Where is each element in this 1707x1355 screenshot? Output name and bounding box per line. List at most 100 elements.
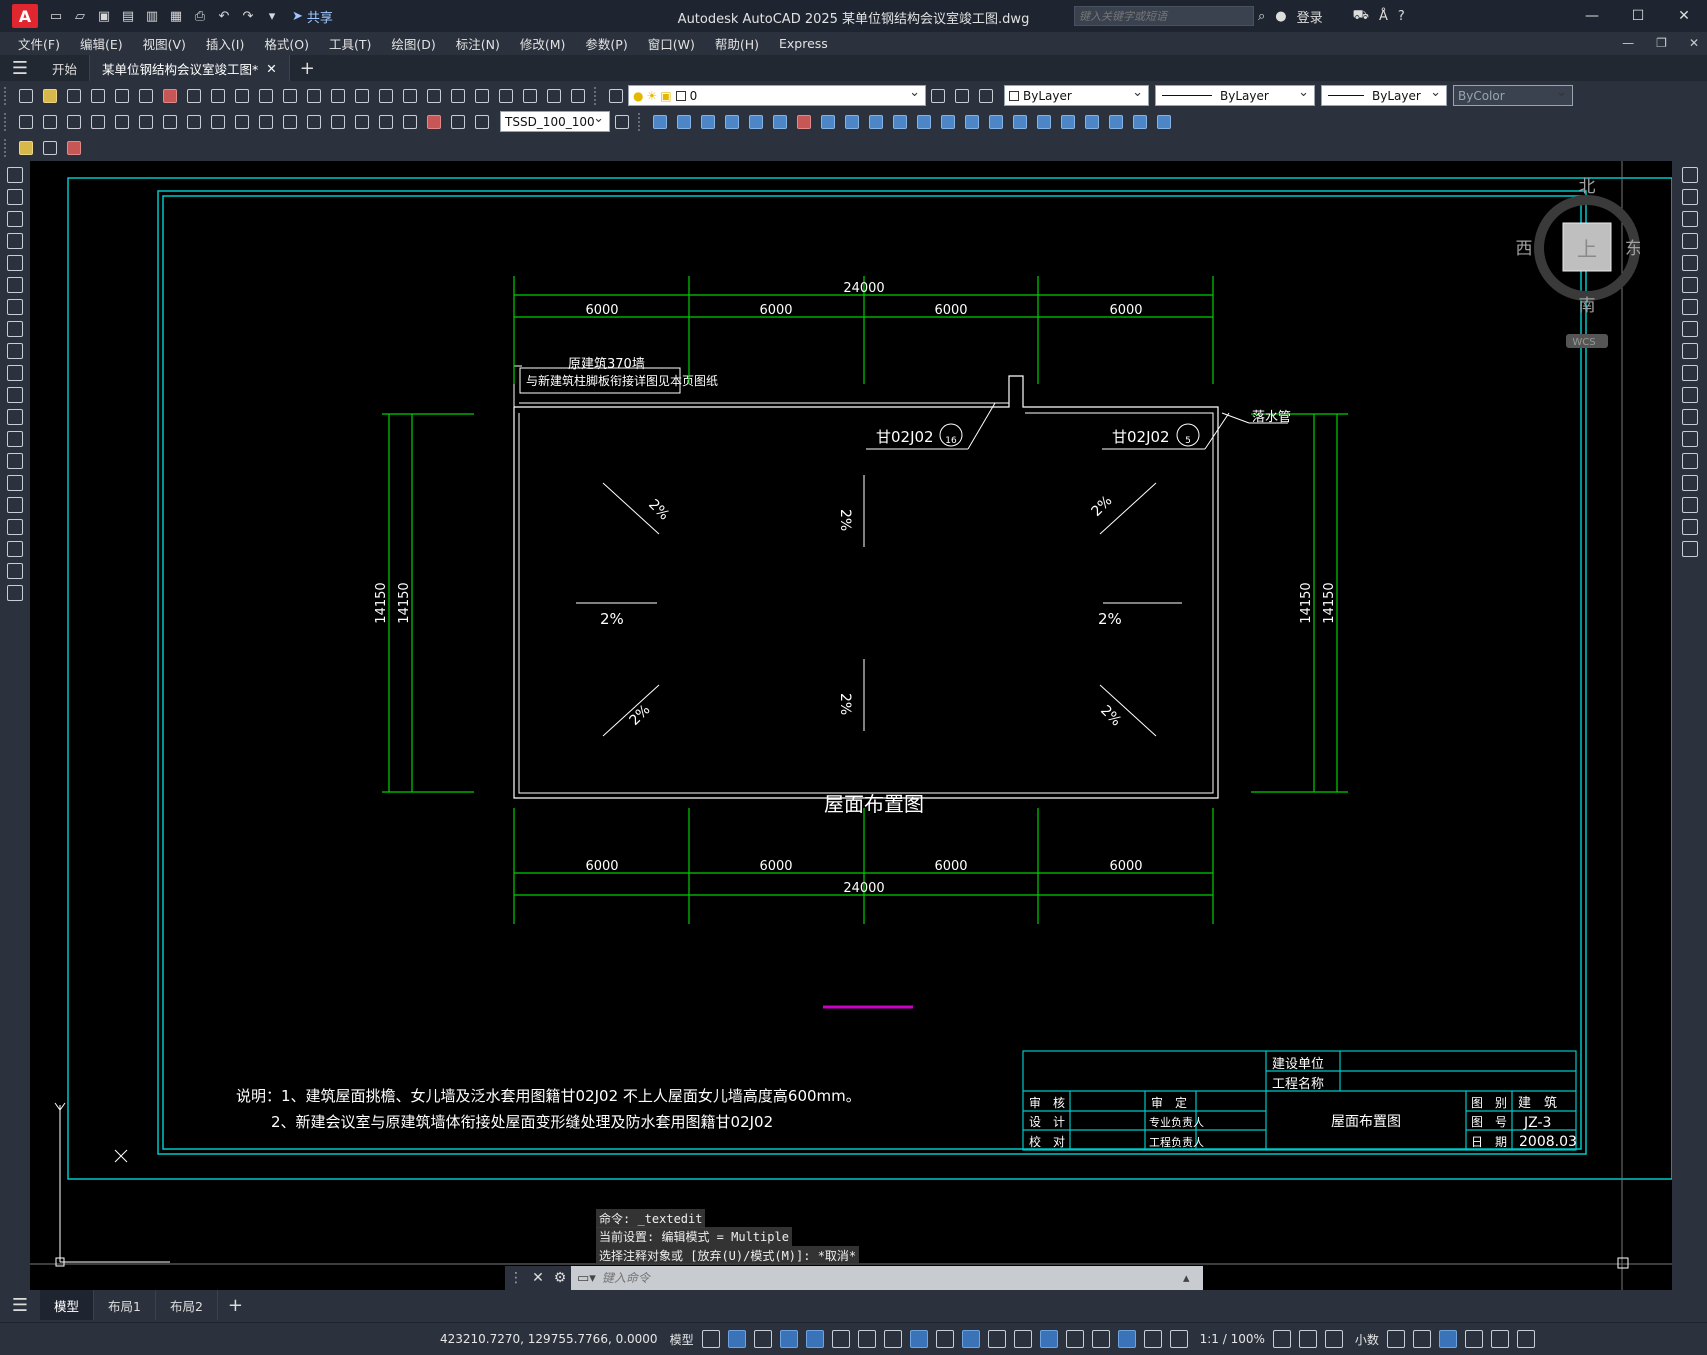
customize-status-icon[interactable] (1516, 1330, 1535, 1348)
render-icon[interactable] (1154, 112, 1174, 132)
annotation-scale-value[interactable]: 1:1 / 100% (1200, 1332, 1265, 1346)
section-plane-icon[interactable] (1034, 112, 1054, 132)
trim-icon[interactable] (1682, 365, 1698, 381)
compass-west[interactable]: 西 (1516, 239, 1533, 259)
presspull-icon[interactable] (914, 112, 934, 132)
3d-print-icon[interactable] (160, 86, 180, 106)
menu-view[interactable]: 视图(V) (143, 34, 186, 53)
inspection-icon[interactable] (376, 112, 396, 132)
undo-icon[interactable]: ↶ (214, 6, 234, 26)
quick-dim-icon[interactable] (208, 112, 228, 132)
plotstyle-combo[interactable]: ByColor (1453, 85, 1573, 106)
model-space-button[interactable]: 模型 (670, 1331, 694, 1348)
cart-icon[interactable]: ⛟ (1353, 8, 1369, 25)
customize-command-icon[interactable]: ⚙ (549, 1266, 571, 1290)
angular-dim-icon[interactable] (184, 112, 204, 132)
center-mark-icon[interactable] (352, 112, 372, 132)
jogged-dim-icon[interactable] (136, 112, 156, 132)
compass-east[interactable]: 东 (1625, 239, 1642, 259)
ortho-icon[interactable] (805, 1330, 824, 1348)
revision-cloud-icon[interactable] (7, 321, 23, 337)
polygon-icon[interactable] (7, 233, 23, 249)
toolbar-grip[interactable] (638, 112, 644, 131)
cut-icon[interactable] (184, 86, 204, 106)
dimstyle-icon[interactable] (612, 112, 632, 132)
grid-icon[interactable] (701, 1330, 720, 1348)
quickcalc-icon[interactable] (544, 86, 564, 106)
dim-edit-icon[interactable] (424, 112, 444, 132)
compass-north[interactable]: 北 (1579, 177, 1596, 197)
ellipse-arc-icon[interactable] (7, 387, 23, 403)
block-editor-icon[interactable] (64, 138, 84, 158)
paste-icon[interactable] (232, 86, 252, 106)
zoom-window-icon[interactable] (376, 86, 396, 106)
menu-window[interactable]: 窗口(W) (648, 34, 695, 53)
minimize-icon[interactable]: — (1569, 0, 1615, 32)
match-properties-icon[interactable] (256, 86, 276, 106)
tab-layout1[interactable]: 布局1 (94, 1290, 156, 1320)
break-icon[interactable] (1682, 431, 1698, 447)
slice-icon[interactable] (794, 112, 814, 132)
clean-screen-icon[interactable] (1490, 1330, 1509, 1348)
hatch-icon[interactable] (7, 475, 23, 491)
doc-restore-icon[interactable]: ❐ (1656, 36, 1667, 50)
redo-icon[interactable] (304, 86, 324, 106)
point-icon[interactable] (7, 453, 23, 469)
workspace-icon[interactable] (1272, 1330, 1291, 1348)
annotation-monitor-icon[interactable] (1298, 1330, 1317, 1348)
linetype-combo[interactable]: ByLayer (1155, 85, 1315, 106)
array-icon[interactable] (1682, 255, 1698, 271)
cylinder-icon[interactable] (1106, 112, 1126, 132)
markup-icon[interactable] (520, 86, 540, 106)
revolve-icon[interactable] (842, 112, 862, 132)
dim-text-edit-icon[interactable] (448, 112, 468, 132)
tab-model[interactable]: 模型 (40, 1290, 95, 1320)
circle-icon[interactable] (7, 299, 23, 315)
snap-icon[interactable] (727, 1330, 746, 1348)
sphere-icon[interactable] (1130, 112, 1150, 132)
design-center-icon[interactable] (448, 86, 468, 106)
annotation-visibility-icon[interactable] (1117, 1330, 1136, 1348)
units-value[interactable]: 小数 (1355, 1331, 1379, 1348)
menu-file[interactable]: 文件(F) (18, 34, 60, 53)
login-button[interactable]: 登录 (1297, 7, 1323, 26)
dimstyle-combo[interactable]: TSSD_100_100 (500, 111, 610, 132)
jogged-linear-icon[interactable] (400, 112, 420, 132)
save-icon[interactable]: ▣ (94, 6, 114, 26)
aligned-dim-icon[interactable] (40, 112, 60, 132)
properties-icon[interactable] (424, 86, 444, 106)
color-combo[interactable]: ByLayer (1004, 85, 1149, 106)
units-icon[interactable] (1324, 1330, 1343, 1348)
dim-update-icon[interactable] (472, 112, 492, 132)
table-icon[interactable] (7, 541, 23, 557)
chamfer-icon[interactable] (1682, 475, 1698, 491)
doc-minimize-icon[interactable]: — (1622, 36, 1634, 50)
arc-length-dim-icon[interactable] (64, 112, 84, 132)
menu-express[interactable]: Express (779, 36, 828, 51)
menu-tools[interactable]: 工具(T) (329, 34, 371, 53)
new-file-icon[interactable]: ▭ (46, 6, 66, 26)
dynamic-input-icon[interactable] (779, 1330, 798, 1348)
isometric-icon[interactable] (857, 1330, 876, 1348)
radius-dim-icon[interactable] (112, 112, 132, 132)
layer-state-icon[interactable] (976, 86, 996, 106)
polyline-icon[interactable] (7, 211, 23, 227)
zoom-realtime-icon[interactable] (352, 86, 372, 106)
new-tab-icon[interactable]: + (300, 58, 315, 79)
move-icon[interactable] (1682, 277, 1698, 293)
dynamic-ucs-icon[interactable] (1039, 1330, 1058, 1348)
box-icon[interactable] (1082, 112, 1102, 132)
line-icon[interactable] (7, 167, 23, 183)
sheet-set-icon[interactable] (496, 86, 516, 106)
transparency-icon[interactable] (961, 1330, 980, 1348)
object-snap-icon[interactable] (909, 1330, 928, 1348)
help-icon[interactable] (568, 86, 588, 106)
spline-icon[interactable] (7, 343, 23, 359)
menu-format[interactable]: 格式(O) (264, 34, 309, 53)
region-icon[interactable] (7, 519, 23, 535)
baseline-dim-icon[interactable] (232, 112, 252, 132)
linear-dim-icon[interactable] (16, 112, 36, 132)
infer-constraints-icon[interactable] (753, 1330, 772, 1348)
layout-menu-icon[interactable]: ☰ (0, 1295, 40, 1316)
layer-properties-icon[interactable] (606, 86, 626, 106)
